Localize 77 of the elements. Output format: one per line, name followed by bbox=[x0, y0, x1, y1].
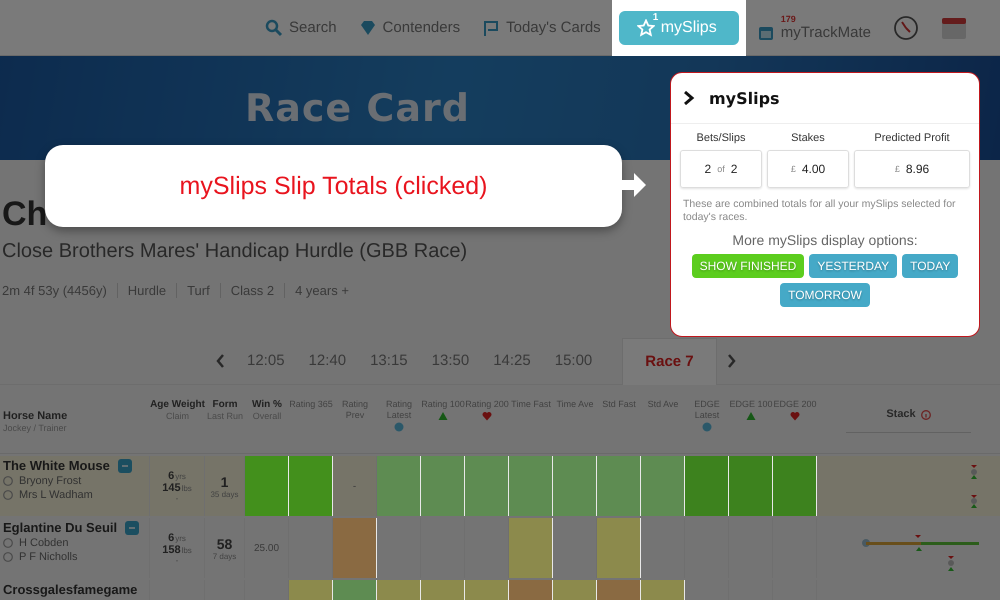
nav-link[interactable]: Search bbox=[265, 18, 337, 36]
horse-name[interactable]: Eglantine Du Seuil bbox=[3, 520, 118, 535]
race-detail: 4 years + bbox=[284, 283, 359, 298]
race-tab[interactable]: Race 7 bbox=[622, 338, 717, 384]
dot-icon bbox=[394, 422, 404, 432]
jockey-name: H Cobden bbox=[19, 537, 69, 549]
badge-icon bbox=[118, 458, 132, 472]
race-tab[interactable]: 13:15 bbox=[358, 338, 420, 384]
column-header: Form bbox=[212, 399, 238, 410]
trainer-name: P F Nicholls bbox=[19, 551, 78, 563]
course-name: Ch bbox=[2, 194, 48, 234]
claim-value: - bbox=[176, 494, 178, 502]
flag-icon bbox=[482, 18, 500, 36]
weight-value: 145 bbox=[162, 482, 181, 494]
star-icon bbox=[636, 18, 655, 36]
info-icon bbox=[920, 410, 931, 420]
column-header: Win % bbox=[252, 399, 282, 410]
total-value: 8.96 bbox=[906, 162, 930, 176]
nav-link[interactable]: myTrackMate 179 bbox=[756, 14, 871, 42]
currency-symbol: £ bbox=[790, 164, 796, 174]
cell-value: - bbox=[352, 480, 356, 492]
race-detail: 2m 4f 53y (4456y) bbox=[2, 283, 108, 298]
nav-link[interactable]: Contenders bbox=[358, 18, 460, 36]
form-value: 1 bbox=[220, 474, 228, 490]
chevron-right-icon[interactable] bbox=[683, 91, 695, 105]
search-icon bbox=[265, 18, 284, 36]
total-value: 2 bbox=[730, 162, 738, 176]
race-tab[interactable]: 13:50 bbox=[420, 338, 482, 384]
race-tab[interactable]: 15:00 bbox=[542, 338, 604, 384]
diamond-icon bbox=[358, 18, 377, 36]
trainer-name: Mrs L Wadham bbox=[19, 489, 93, 501]
total-label: Bets/Slips bbox=[696, 132, 746, 144]
total-label: Predicted Profit bbox=[874, 132, 950, 144]
race-name: Close Brothers Mares' Handicap Hurdle (GBB Race) bbox=[2, 240, 468, 263]
horse-name[interactable]: The White Mouse bbox=[3, 458, 110, 473]
panel-title: mySlips bbox=[709, 88, 780, 108]
race-detail: Hurdle bbox=[116, 283, 176, 298]
total-value: 2 bbox=[704, 162, 712, 176]
claim-value: - bbox=[176, 556, 178, 564]
column-header: Age Weight bbox=[150, 399, 205, 410]
callout-text: mySlips Slip Totals (clicked) bbox=[180, 172, 488, 200]
jockey-name: Bryony Frost bbox=[19, 475, 82, 487]
total-label: Stakes bbox=[791, 132, 825, 144]
cell-value: 25.00 bbox=[254, 542, 280, 554]
column-header: Horse Name bbox=[3, 411, 68, 422]
option-button[interactable]: YESTERDAY bbox=[809, 254, 898, 278]
total-joiner: of bbox=[717, 164, 725, 174]
race-tab[interactable]: 12:05 bbox=[235, 338, 297, 384]
option-button[interactable]: SHOW FINISHED bbox=[692, 254, 804, 278]
badge-icon bbox=[125, 520, 140, 534]
race-tab[interactable]: 14:25 bbox=[481, 338, 543, 384]
age-value: 6 bbox=[168, 532, 174, 544]
option-button[interactable]: TODAY bbox=[902, 254, 958, 278]
horse-name[interactable]: Crossgalesfamegame bbox=[3, 582, 138, 597]
age-value: 6 bbox=[168, 470, 174, 482]
option-button[interactable]: TOMORROW bbox=[780, 283, 870, 307]
count-label: 179 bbox=[780, 14, 796, 24]
heart-icon bbox=[790, 411, 800, 421]
race-tab[interactable]: 12:40 bbox=[296, 338, 358, 384]
count-label: 1 bbox=[652, 12, 658, 22]
dot-icon bbox=[702, 422, 712, 432]
triangle-icon bbox=[746, 411, 756, 421]
clock-button[interactable] bbox=[893, 14, 919, 40]
page-title: Race Card bbox=[245, 86, 470, 130]
options-heading: More mySlips display options: bbox=[732, 232, 918, 248]
column-header: Stack bbox=[886, 409, 916, 420]
heart-icon bbox=[482, 411, 492, 421]
total-value: 4.00 bbox=[802, 162, 826, 176]
weight-value: 158 bbox=[162, 544, 181, 556]
race-detail: Turf bbox=[176, 283, 220, 298]
note-text: These are combined totals for all your mySlips selected for today's races. bbox=[682, 197, 957, 224]
form-value: 58 bbox=[216, 536, 232, 552]
triangle-icon bbox=[438, 411, 448, 421]
chevron-left-icon[interactable] bbox=[215, 353, 225, 369]
race-detail: Class 2 bbox=[220, 283, 284, 298]
nav-link[interactable]: Today's Cards bbox=[482, 18, 601, 36]
currency-symbol: £ bbox=[894, 164, 900, 174]
